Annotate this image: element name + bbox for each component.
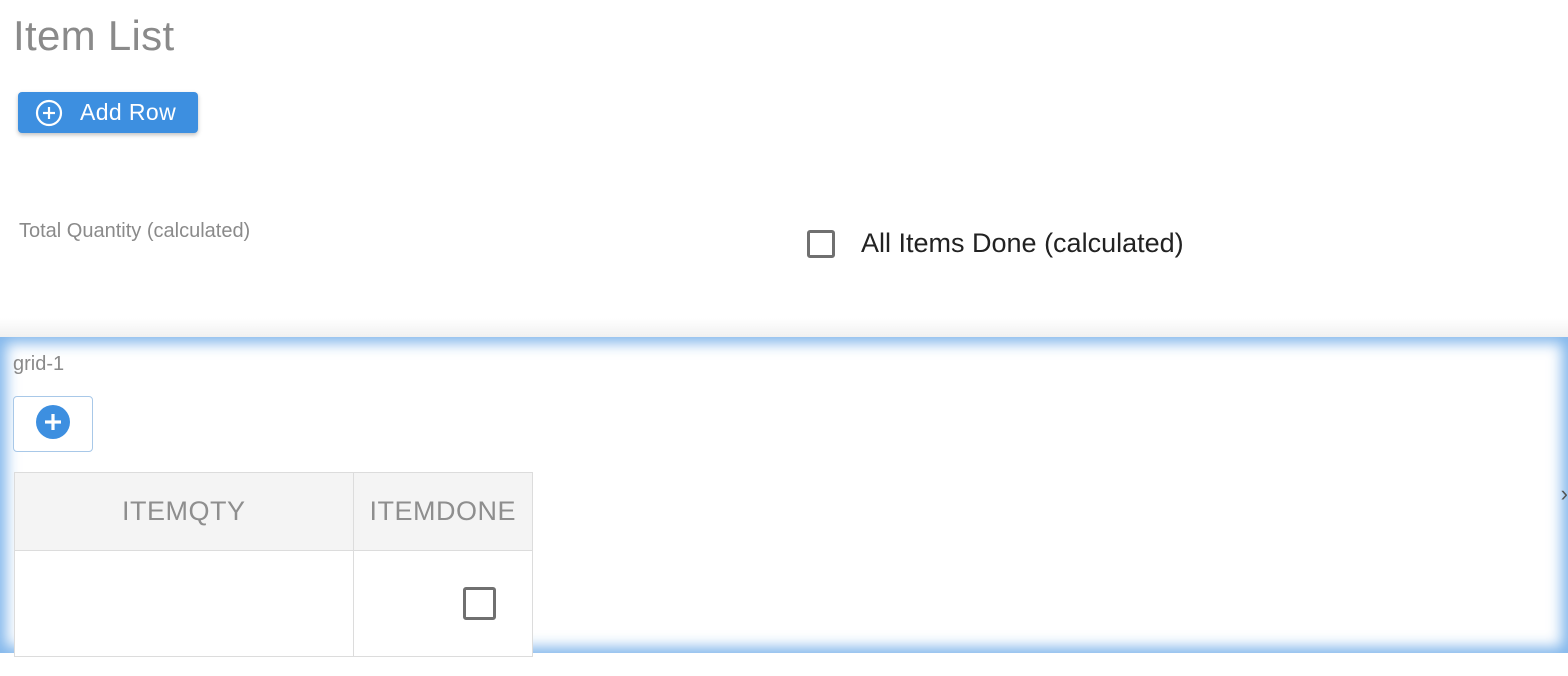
all-items-done-field: All Items Done (calculated) [807,228,1184,259]
chevron-right-icon[interactable]: › [1556,482,1568,506]
all-items-done-label: All Items Done (calculated) [861,228,1184,258]
total-quantity-label: Total Quantity (calculated) [19,220,251,242]
all-items-done-checkbox[interactable] [807,229,835,258]
cell-itemdone[interactable] [352,550,534,657]
grid-add-row-button[interactable] [13,396,93,452]
grid-container: grid-1 ITEMQTY ITEMDONE › [0,337,1568,657]
add-row-label: Add Row [80,99,177,125]
column-header-itemqty[interactable]: ITEMQTY [14,472,354,551]
column-header-itemdone[interactable]: ITEMDONE [352,472,534,551]
itemdone-checkbox[interactable] [463,587,496,620]
page-title: Item List [13,12,175,59]
grid-label: grid-1 [13,353,65,375]
plus-circle-outline-icon [35,99,63,127]
cell-itemqty[interactable] [14,550,354,657]
table-row [14,550,534,657]
plus-circle-filled-icon [35,404,71,445]
grid-header-row: ITEMQTY ITEMDONE [14,472,534,551]
grid-top-shadow [0,318,1568,338]
page: Item List Add Row Total Quantity (calcul… [0,0,1568,676]
grid-table: ITEMQTY ITEMDONE [14,472,534,657]
add-row-button[interactable]: Add Row [18,92,198,133]
